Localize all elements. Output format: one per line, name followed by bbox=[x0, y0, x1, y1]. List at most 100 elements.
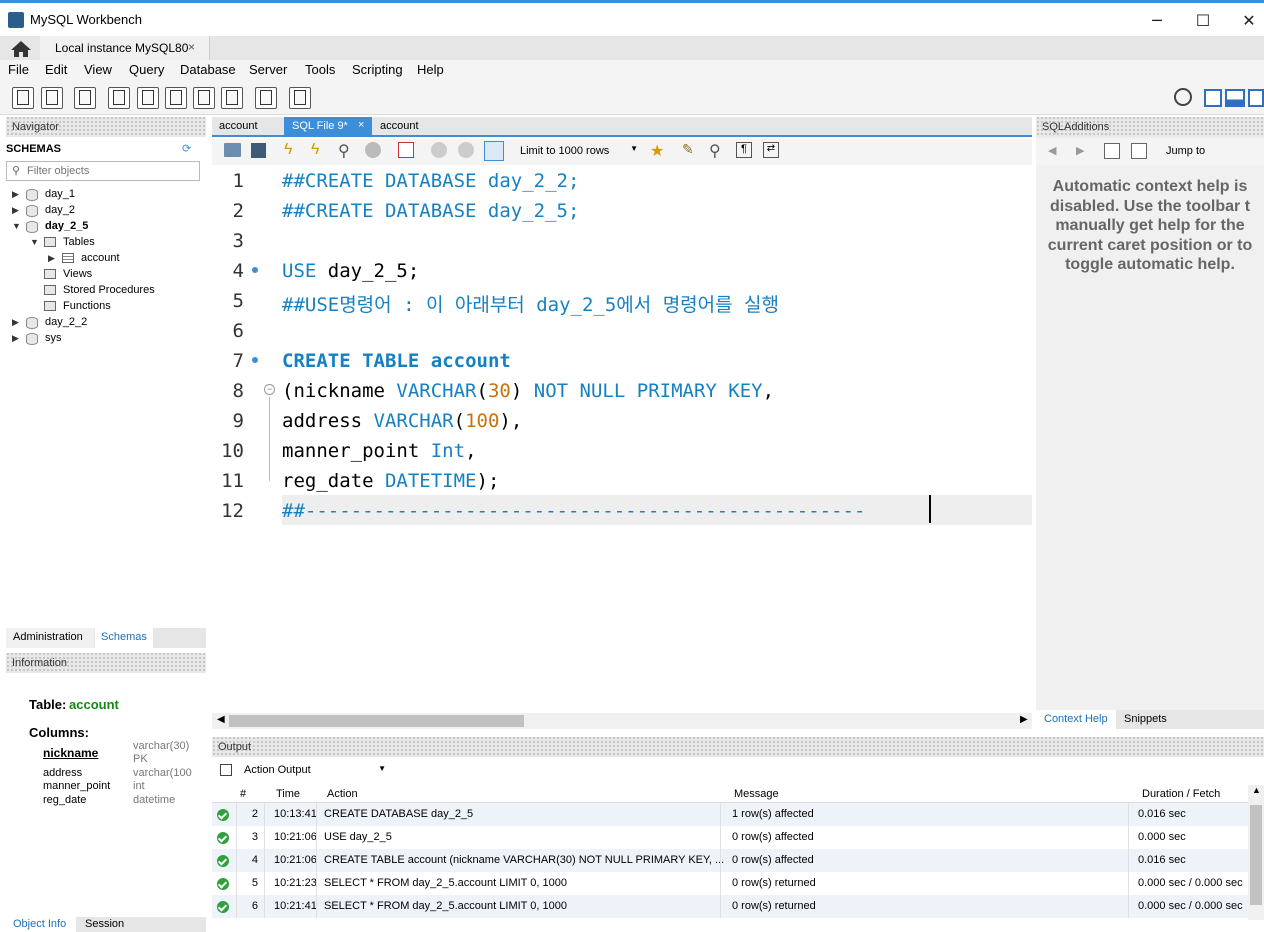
schema-tree-item[interactable]: ▶ day_1 bbox=[6, 187, 206, 203]
toggle-secondary-sidebar-icon[interactable] bbox=[1248, 89, 1264, 107]
column-header[interactable]: Message bbox=[734, 788, 779, 800]
jump-to-select[interactable]: Jump to bbox=[1166, 145, 1205, 157]
output-type-select[interactable]: Action Output ▼ bbox=[240, 760, 390, 780]
autocommit-toggle-icon[interactable] bbox=[484, 141, 504, 161]
column-header[interactable]: # bbox=[240, 788, 246, 800]
tab-sql-file[interactable]: SQL File 9* × bbox=[284, 117, 372, 135]
inspector-icon[interactable] bbox=[74, 87, 96, 109]
rollback-icon[interactable] bbox=[458, 142, 474, 158]
collapsed-arrow-icon[interactable]: ▶ bbox=[12, 189, 19, 200]
menu-file[interactable]: File bbox=[8, 62, 29, 77]
code-line[interactable]: ##CREATE DATABASE day_2_2; bbox=[282, 170, 579, 192]
schema-tree-item[interactable]: ▼ day_2_5 bbox=[6, 219, 206, 235]
create-table-icon[interactable] bbox=[137, 87, 159, 109]
tab-context-help[interactable]: Context Help bbox=[1036, 710, 1116, 729]
close-tab-icon[interactable]: × bbox=[358, 119, 364, 131]
menu-tools[interactable]: Tools bbox=[305, 62, 335, 77]
settings-gear-icon[interactable] bbox=[1174, 88, 1192, 106]
invisible-chars-icon[interactable]: ¶ bbox=[736, 142, 752, 158]
forward-icon[interactable]: ▶ bbox=[1076, 144, 1084, 157]
tab-account[interactable]: account bbox=[372, 117, 442, 135]
copy-icon[interactable] bbox=[220, 764, 232, 776]
scroll-up-icon[interactable]: ▲ bbox=[1252, 785, 1261, 795]
limit-rows-select[interactable]: Limit to 1000 rows ▼ bbox=[512, 139, 638, 163]
home-tab[interactable] bbox=[6, 38, 36, 60]
fold-icon[interactable]: − bbox=[264, 384, 275, 395]
output-row[interactable]: 2 10:13:41 CREATE DATABASE day_2_5 1 row(s)… bbox=[212, 803, 1248, 826]
toggle-output-icon[interactable] bbox=[1225, 89, 1245, 107]
manual-help-icon[interactable] bbox=[1104, 143, 1120, 159]
execute-icon[interactable]: ϟ bbox=[284, 141, 292, 159]
output-row[interactable]: 3 10:21:06 USE day_2_5 0 row(s) affected 0.0… bbox=[212, 826, 1248, 849]
expanded-arrow-icon[interactable]: ▼ bbox=[12, 221, 21, 231]
maximize-button[interactable]: ☐ bbox=[1180, 7, 1226, 35]
code-line[interactable]: USE day_2_5; bbox=[282, 260, 419, 282]
schema-tree-item[interactable]: ▶ sys bbox=[6, 331, 206, 347]
schema-tree-item[interactable]: ▶ day_2_2 bbox=[6, 315, 206, 331]
tab-object-info[interactable]: Object Info bbox=[6, 917, 76, 932]
schema-tree-item[interactable]: Functions bbox=[6, 299, 206, 315]
menu-edit[interactable]: Edit bbox=[45, 62, 67, 77]
stop-icon[interactable] bbox=[365, 142, 381, 158]
close-connection-tab-icon[interactable]: × bbox=[188, 40, 195, 54]
collapsed-arrow-icon[interactable]: ▶ bbox=[12, 205, 19, 216]
scroll-right-icon[interactable]: ▶ bbox=[1020, 714, 1028, 725]
reconnect-icon[interactable] bbox=[289, 87, 311, 109]
menu-server[interactable]: Server bbox=[249, 62, 287, 77]
schema-tree-item[interactable]: Views bbox=[6, 267, 206, 283]
create-schema-icon[interactable] bbox=[108, 87, 130, 109]
code-line[interactable]: ##--------------------------------------… bbox=[282, 500, 865, 522]
find-icon[interactable]: ⚲ bbox=[709, 141, 721, 161]
connection-tab[interactable]: Local instance MySQL80 × bbox=[40, 36, 210, 60]
search-table-data-icon[interactable] bbox=[255, 87, 277, 109]
schema-tree-item[interactable]: ▼ Tables bbox=[6, 235, 206, 251]
code-line[interactable]: (nickname VARCHAR(30) NOT NULL PRIMARY K… bbox=[282, 380, 774, 402]
collapsed-arrow-icon[interactable]: ▶ bbox=[48, 253, 55, 264]
scrollbar-thumb[interactable] bbox=[1250, 805, 1262, 905]
code-line[interactable]: address VARCHAR(100), bbox=[282, 410, 522, 432]
expanded-arrow-icon[interactable]: ▼ bbox=[30, 237, 39, 247]
schema-tree-item[interactable]: ▶ day_2 bbox=[6, 203, 206, 219]
scrollbar-thumb[interactable] bbox=[229, 715, 524, 727]
code-line[interactable]: reg_date DATETIME); bbox=[282, 470, 499, 492]
save-icon[interactable] bbox=[251, 143, 266, 158]
create-procedure-icon[interactable] bbox=[193, 87, 215, 109]
create-function-icon[interactable] bbox=[221, 87, 243, 109]
code-line[interactable]: CREATE TABLE account bbox=[282, 350, 511, 372]
close-window-button[interactable]: ✕ bbox=[1226, 7, 1264, 35]
toggle-sidebar-icon[interactable] bbox=[1204, 89, 1222, 107]
editor-horizontal-scrollbar[interactable]: ◀ ▶ bbox=[212, 713, 1032, 729]
code-line[interactable]: manner_point Int, bbox=[282, 440, 477, 462]
collapsed-arrow-icon[interactable]: ▶ bbox=[12, 333, 19, 344]
explain-icon[interactable]: ⚲ bbox=[338, 141, 350, 161]
output-row[interactable]: 6 10:21:41 SELECT * FROM day_2_5.account L… bbox=[212, 895, 1248, 918]
output-row[interactable]: 5 10:21:23 SELECT * FROM day_2_5.account L… bbox=[212, 872, 1248, 895]
toggle-error-stop-icon[interactable] bbox=[398, 142, 414, 158]
tab-session[interactable]: Session bbox=[78, 917, 138, 932]
new-sql-tab-icon[interactable] bbox=[12, 87, 34, 109]
schema-tree-item[interactable]: ▶ account bbox=[6, 251, 206, 267]
menu-view[interactable]: View bbox=[84, 62, 112, 77]
menu-query[interactable]: Query bbox=[129, 62, 164, 77]
sql-editor[interactable]: 1 2 3 4 5 6 7 8 9 10 11 12 − ##CREATE DA… bbox=[212, 165, 1032, 713]
beautify-icon[interactable]: ✎ bbox=[682, 141, 694, 158]
column-header[interactable]: Time bbox=[276, 788, 300, 800]
tab-account[interactable]: account bbox=[212, 117, 282, 135]
word-wrap-icon[interactable]: ⇄ bbox=[763, 142, 779, 158]
collapsed-arrow-icon[interactable]: ▶ bbox=[12, 317, 19, 328]
filter-objects-input[interactable] bbox=[27, 164, 197, 178]
column-header[interactable]: Action bbox=[327, 788, 358, 800]
create-view-icon[interactable] bbox=[165, 87, 187, 109]
minimize-button[interactable]: ─ bbox=[1134, 7, 1180, 35]
refresh-schemas-icon[interactable]: ⟳ bbox=[182, 142, 191, 155]
back-icon[interactable]: ◀ bbox=[1048, 144, 1056, 157]
tab-schemas[interactable]: Schemas bbox=[95, 628, 153, 648]
open-file-icon[interactable] bbox=[224, 143, 241, 157]
auto-help-icon[interactable] bbox=[1131, 143, 1147, 159]
menu-database[interactable]: Database bbox=[180, 62, 236, 77]
column-header[interactable]: Duration / Fetch bbox=[1142, 788, 1220, 800]
commit-icon[interactable] bbox=[431, 142, 447, 158]
scroll-left-icon[interactable]: ◀ bbox=[217, 714, 225, 725]
menu-scripting[interactable]: Scripting bbox=[352, 62, 403, 77]
output-vertical-scrollbar[interactable]: ▲ bbox=[1248, 785, 1264, 920]
